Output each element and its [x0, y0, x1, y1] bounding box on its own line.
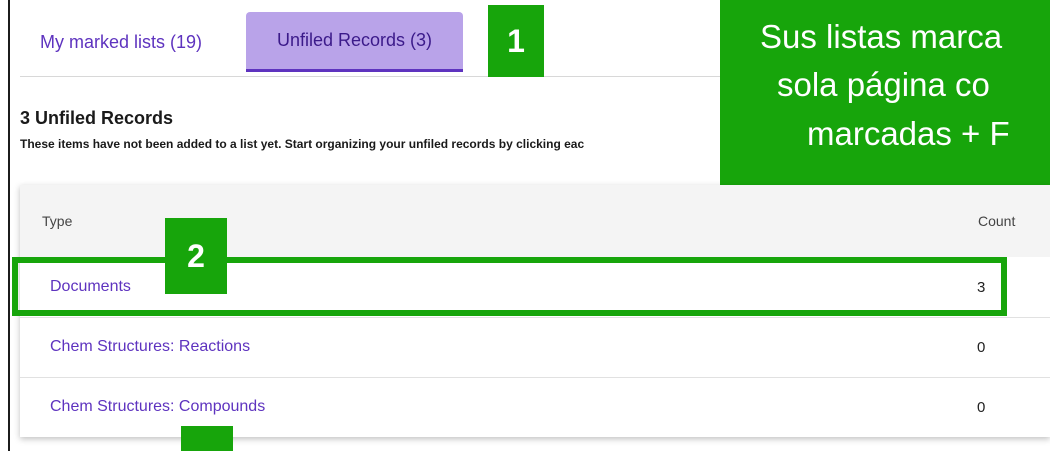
row-link-chem-reactions[interactable]: Chem Structures: Reactions: [50, 317, 250, 377]
annotation-banner: Sus listas marca sola página co marcadas…: [720, 0, 1050, 188]
table-row: Chem Structures: Reactions 0: [20, 317, 1050, 378]
frame-border: [8, 0, 10, 451]
section-description: These items have not been added to a lis…: [20, 137, 585, 151]
callout-marker-1: 1: [488, 5, 544, 77]
tab-unfiled-records[interactable]: Unfiled Records (3): [246, 12, 463, 72]
highlight-box: [12, 257, 1007, 316]
column-header-count: Count: [978, 213, 1016, 229]
callout-marker-2: 2: [165, 218, 227, 294]
banner-line-1: Sus listas marca: [760, 18, 1003, 55]
row-count: 0: [977, 338, 986, 356]
row-count: 0: [977, 398, 986, 416]
callout-marker-partial: [181, 426, 233, 451]
banner-line-2: sola página co: [777, 66, 990, 103]
table-row: Chem Structures: Compounds 0: [20, 377, 1050, 437]
tab-my-marked-lists[interactable]: My marked lists (19): [40, 12, 202, 72]
section-heading: 3 Unfiled Records: [20, 108, 174, 128]
banner-line-3: marcadas + F: [807, 115, 1010, 152]
column-header-type: Type: [42, 213, 73, 229]
